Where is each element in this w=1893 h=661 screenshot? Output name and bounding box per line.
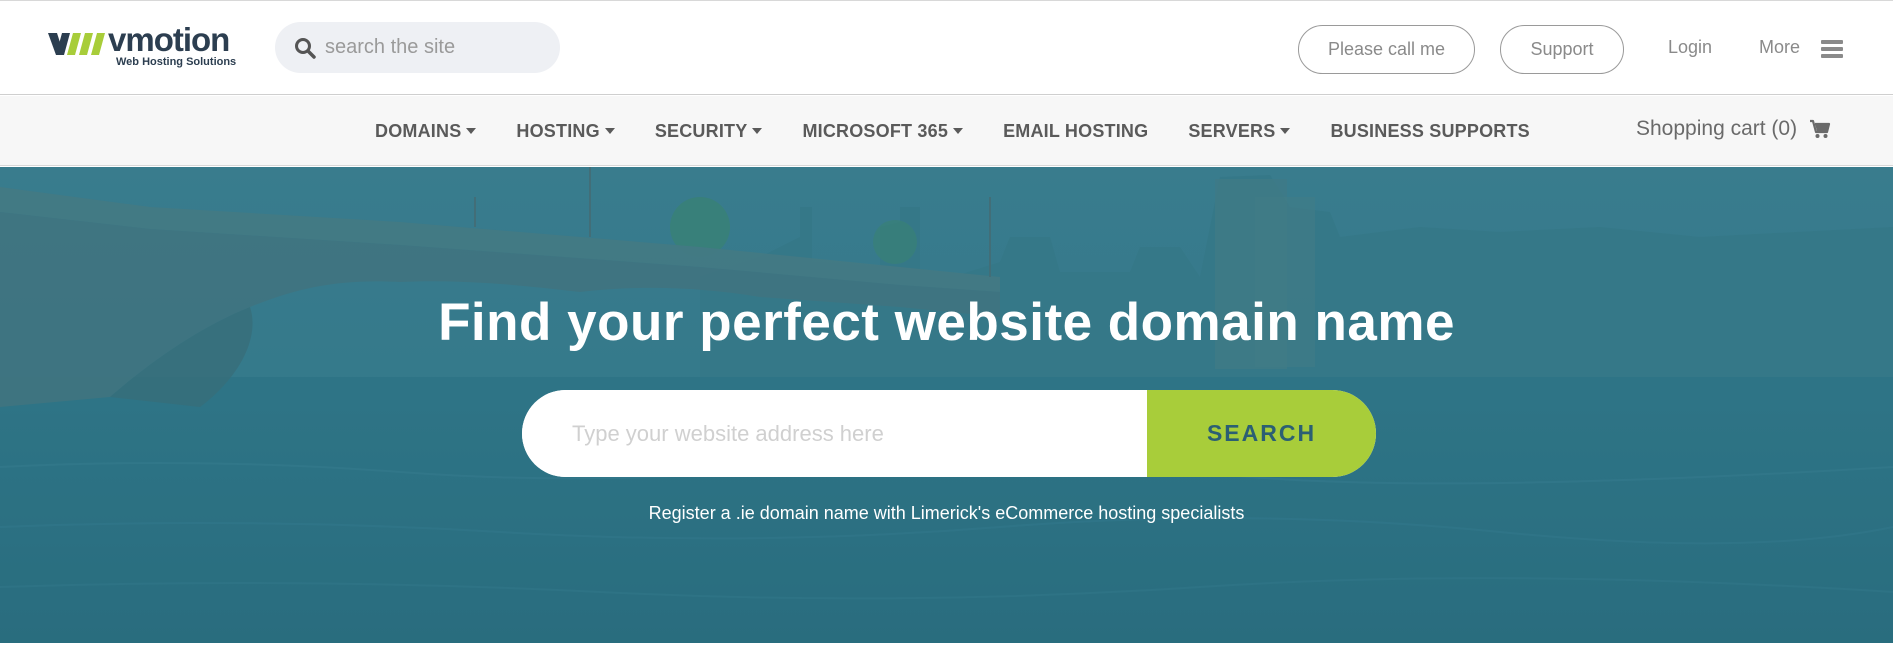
nav-item-label: SERVERS xyxy=(1188,120,1276,141)
please-call-me-button[interactable]: Please call me xyxy=(1298,25,1475,74)
nav-item-email-hosting[interactable]: EMAIL HOSTING xyxy=(1003,121,1148,142)
cart-icon xyxy=(1810,119,1831,138)
logo-word: vmotion xyxy=(108,21,230,58)
hero-subtitle: Register a .ie domain name with Limerick… xyxy=(648,503,1245,523)
shopping-cart-link[interactable]: Shopping cart (0) xyxy=(1636,117,1831,141)
nav-item-label: SECURITY xyxy=(654,120,748,141)
nav-item-label: HOSTING xyxy=(516,120,600,141)
domain-search-input[interactable] xyxy=(522,390,1147,477)
nav-item-label: MICROSOFT 365 xyxy=(802,120,949,141)
domain-search-button[interactable]: SEARCH xyxy=(1147,390,1376,477)
main-nav: DOMAINS HOSTING SECURITY MICROSOFT 365 E… xyxy=(0,96,1893,166)
nav-item-label: EMAIL HOSTING xyxy=(1003,120,1149,141)
shopping-cart-label: Shopping cart (0) xyxy=(1636,117,1798,140)
caret-down-icon xyxy=(466,128,477,134)
domain-search: SEARCH xyxy=(522,390,1376,477)
login-link[interactable]: Login xyxy=(1668,37,1712,58)
page-bottom-strip xyxy=(0,643,1893,661)
nav-item-domains[interactable]: DOMAINS xyxy=(375,120,477,142)
more-link[interactable]: More xyxy=(1759,37,1800,58)
top-header: vmotion Web Hosting Solutions Please cal… xyxy=(0,0,1893,95)
caret-down-icon xyxy=(604,128,615,134)
hero-section: Find your perfect website domain name SE… xyxy=(0,167,1893,643)
caret-down-icon xyxy=(752,128,763,134)
caret-down-icon xyxy=(953,128,964,134)
hamburger-menu-icon[interactable] xyxy=(1821,40,1843,60)
vmotion-logo[interactable]: vmotion Web Hosting Solutions xyxy=(48,21,248,73)
nav-item-microsoft-365[interactable]: MICROSOFT 365 xyxy=(802,120,964,142)
nav-item-security[interactable]: SECURITY xyxy=(655,121,763,142)
search-icon[interactable] xyxy=(294,37,316,59)
nav-item-label: DOMAINS xyxy=(375,120,462,141)
nav-items: DOMAINS HOSTING SECURITY MICROSOFT 365 E… xyxy=(375,96,1570,166)
nav-item-business-supports[interactable]: BUSINESS SUPPORTS xyxy=(1330,121,1529,142)
hero-title: Find your perfect website domain name xyxy=(438,293,1455,352)
nav-item-hosting[interactable]: HOSTING xyxy=(516,120,615,142)
logo-mark-icon xyxy=(48,33,105,55)
site-search xyxy=(275,22,560,73)
nav-item-label: BUSINESS SUPPORTS xyxy=(1330,120,1530,141)
support-button[interactable]: Support xyxy=(1500,25,1624,74)
caret-down-icon xyxy=(1280,128,1291,134)
site-search-input[interactable] xyxy=(325,22,550,73)
logo-tagline: Web Hosting Solutions xyxy=(116,56,237,68)
nav-item-servers[interactable]: SERVERS xyxy=(1188,120,1291,142)
